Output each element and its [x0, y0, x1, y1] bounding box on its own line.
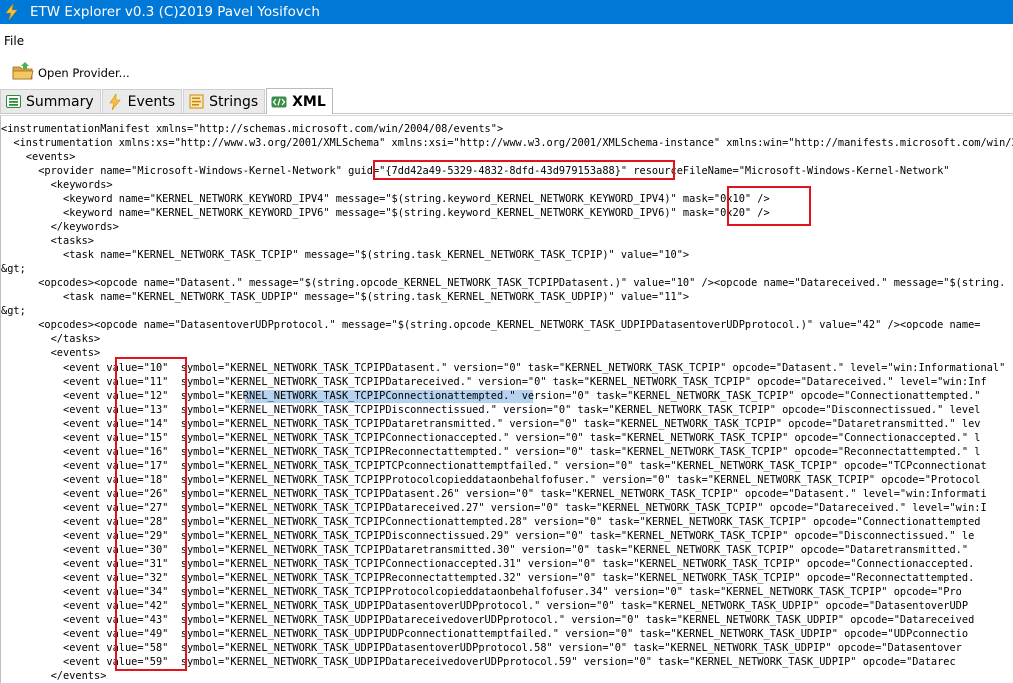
folder-icon — [12, 61, 34, 85]
xml-icon — [271, 94, 287, 110]
xml-line: <event value="16" symbol="KERNEL_NETWORK… — [1, 446, 981, 458]
xml-line: <instrumentationManifest xmlns="http://s… — [1, 123, 504, 135]
xml-line: <event value="15" symbol="KERNEL_NETWORK… — [1, 432, 981, 444]
xml-line: <event value="30" symbol="KERNEL_NETWORK… — [1, 544, 975, 556]
xml-line: <event value="42" symbol="KERNEL_NETWORK… — [1, 600, 969, 612]
xml-line: <event value="28" symbol="KERNEL_NETWORK… — [1, 516, 981, 528]
xml-line: <keyword name="KERNEL_NETWORK_KEYWORD_IP… — [1, 193, 770, 205]
strings-icon — [188, 94, 204, 110]
tab-strings-label: Strings — [209, 93, 259, 110]
xml-line: <opcodes><opcode name="Datasent." messag… — [1, 277, 1006, 289]
tab-events-label: Events — [127, 93, 176, 110]
xml-line: <event value="18" symbol="KERNEL_NETWORK… — [1, 474, 981, 486]
xml-line: <event value="11" symbol="KERNEL_NETWORK… — [1, 376, 987, 388]
xml-line: <event value="31" symbol="KERNEL_NETWORK… — [1, 558, 975, 570]
xml-line: <event value="59" symbol="KERNEL_NETWORK… — [1, 656, 956, 668]
xml-line: &gt; — [1, 263, 26, 275]
tab-strip: Summary Events Strings XML — [0, 88, 1013, 114]
xml-line: <task name="KERNEL_NETWORK_TASK_UDPIP" m… — [1, 291, 690, 303]
tab-events[interactable]: Events — [101, 89, 183, 113]
open-provider-button[interactable]: Open Provider... — [12, 60, 130, 86]
xml-line: </keywords> — [1, 221, 119, 233]
xml-view[interactable]: <instrumentationManifest xmlns="http://s… — [0, 115, 1013, 683]
xml-line: <event value="27" symbol="KERNEL_NETWORK… — [1, 502, 987, 514]
lightning-icon — [0, 0, 24, 24]
xml-line: <event value="10" symbol="KERNEL_NETWORK… — [1, 362, 1006, 374]
xml-line: <events> — [1, 151, 76, 163]
tab-xml[interactable]: XML — [266, 88, 333, 114]
xml-line: <event value="29" symbol="KERNEL_NETWORK… — [1, 530, 975, 542]
menu-file[interactable]: File — [0, 34, 24, 48]
tab-summary-label: Summary — [26, 93, 94, 110]
xml-line: <task name="KERNEL_NETWORK_TASK_TCPIP" m… — [1, 249, 690, 261]
tab-summary[interactable]: Summary — [0, 89, 101, 113]
xml-line: </tasks> — [1, 333, 101, 345]
xml-line: &gt; — [1, 305, 26, 317]
xml-line: </events> — [1, 670, 107, 682]
xml-line: <keyword name="KERNEL_NETWORK_KEYWORD_IP… — [1, 207, 770, 219]
xml-line: <event value="17" symbol="KERNEL_NETWORK… — [1, 460, 987, 472]
xml-line: <event value="32" symbol="KERNEL_NETWORK… — [1, 572, 975, 584]
summary-icon — [5, 94, 21, 110]
xml-line: <tasks> — [1, 235, 94, 247]
xml-line: <provider name="Microsoft-Windows-Kernel… — [1, 165, 950, 177]
menu-bar: File — [0, 30, 1013, 50]
toolbar: Open Provider... — [0, 58, 1013, 88]
xml-line: <event value="12" symbol="KERNEL_NETWORK… — [1, 390, 981, 402]
xml-line: <event value="34" symbol="KERNEL_NETWORK… — [1, 586, 962, 598]
xml-line: <event value="43" symbol="KERNEL_NETWORK… — [1, 614, 975, 626]
xml-line: <keywords> — [1, 179, 113, 191]
xml-line: <events> — [1, 347, 101, 359]
tab-strings[interactable]: Strings — [183, 89, 266, 113]
open-provider-label: Open Provider... — [38, 66, 130, 80]
window-title: ETW Explorer v0.3 (C)2019 Pavel Yosifovc… — [30, 4, 320, 20]
xml-line: <event value="49" symbol="KERNEL_NETWORK… — [1, 628, 969, 640]
xml-line: <opcodes><opcode name="DatasentoverUDPpr… — [1, 319, 981, 331]
tab-xml-label: XML — [292, 93, 326, 110]
xml-line: <event value="58" symbol="KERNEL_NETWORK… — [1, 642, 962, 654]
xml-line: <event value="14" symbol="KERNEL_NETWORK… — [1, 418, 981, 430]
xml-line: <event value="26" symbol="KERNEL_NETWORK… — [1, 488, 987, 500]
xml-line: <instrumentation xmlns:xs="http://www.w3… — [13, 137, 1013, 149]
xml-line: <event value="13" symbol="KERNEL_NETWORK… — [1, 404, 981, 416]
lightning-icon — [107, 93, 123, 110]
title-bar[interactable]: ETW Explorer v0.3 (C)2019 Pavel Yosifovc… — [0, 0, 1013, 24]
